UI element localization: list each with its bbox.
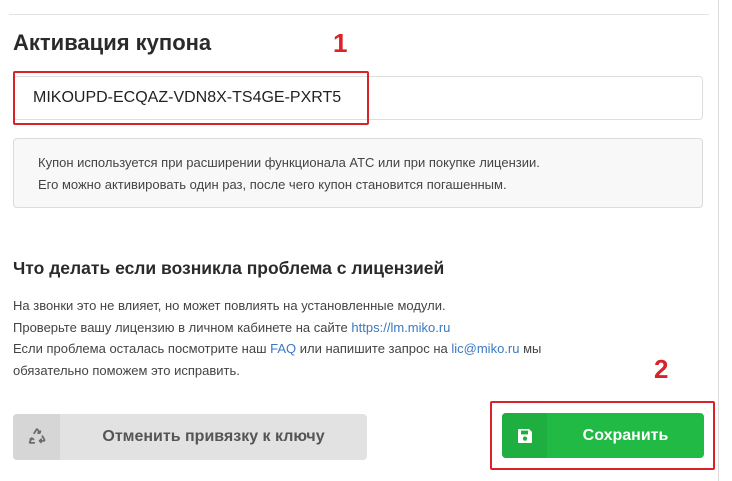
license-problem-text: На звонки это не влияет, но может повлия… [13,295,653,381]
annotation-highlight-coupon [13,71,369,125]
unlink-key-button[interactable]: Отменить привязку к ключу [13,414,367,460]
coupon-info-line-2: Его можно активировать один раз, после ч… [38,177,507,192]
license-problem-title: Что делать если возникла проблема с лице… [13,258,445,278]
recycle-icon [13,414,60,460]
problem-line-2-text: Проверьте вашу лицензию в личном кабинет… [13,319,348,335]
problem-line-4: обязательно поможем это исправить. [13,362,240,378]
problem-line-1: На звонки это не влияет, но может повлия… [13,298,446,313]
panel-right-border [718,0,719,481]
coupon-section-title: Активация купона [13,30,212,55]
coupon-info-message: Купон используется при расширении функци… [13,138,703,208]
top-divider [9,14,709,15]
unlink-key-label: Отменить привязку к ключу [102,428,325,445]
save-label: Сохранить [582,427,669,444]
save-icon [502,413,547,458]
problem-line-2: Проверьте вашу лицензию в личном кабинет… [13,317,653,339]
coupon-info-line-1: Купон используется при расширении функци… [38,155,540,170]
problem-line-3-suffix: мы [523,341,542,356]
save-button[interactable]: Сохранить [502,413,704,458]
license-site-link[interactable]: https://lm.miko.ru [351,320,450,335]
problem-line-3: Если проблема осталась посмотрите наш FA… [13,338,653,360]
problem-line-3-text: Если проблема осталась посмотрите наш [13,341,267,356]
annotation-marker-1: 1 [333,28,348,58]
faq-link[interactable]: FAQ [270,341,296,356]
annotation-marker-2: 2 [654,354,669,384]
email-link[interactable]: lic@miko.ru [451,341,519,356]
problem-line-3-middle: или напишите запрос на [299,341,448,356]
